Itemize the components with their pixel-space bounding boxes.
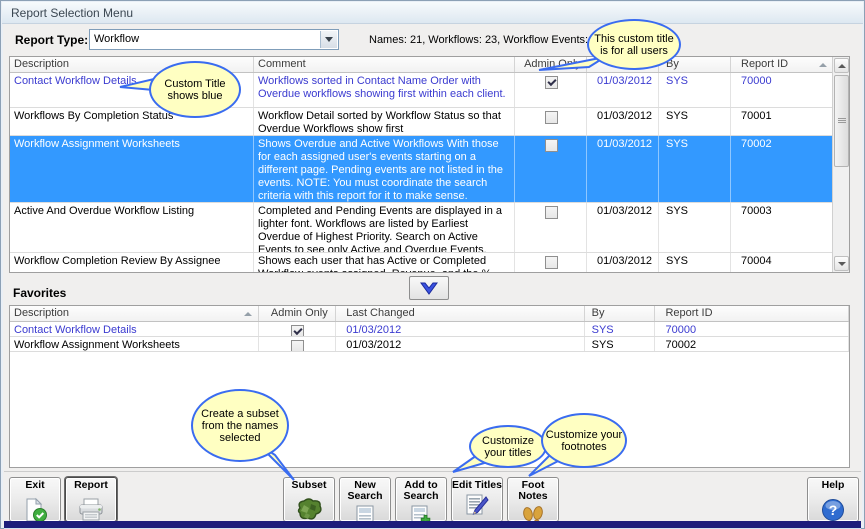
by-cell: SYS — [659, 108, 731, 135]
by-cell: SYS — [659, 136, 731, 202]
subset-button[interactable]: Subset — [283, 477, 335, 522]
admin-only-checkbox[interactable] — [291, 325, 305, 336]
table-row-selected[interactable]: Workflow Assignment Worksheets Shows Ove… — [10, 136, 849, 203]
by-cell: SYS — [659, 203, 731, 252]
by-cell: SYS — [585, 322, 656, 336]
column-header-report-id[interactable]: Report ID — [731, 57, 834, 72]
scroll-up-icon[interactable] — [834, 58, 849, 73]
report-type-value: Workflow — [94, 33, 140, 45]
exit-button[interactable]: Exit — [9, 477, 61, 522]
by-cell: SYS — [659, 253, 731, 272]
comment-cell: Completed and Pending Events are display… — [254, 203, 515, 252]
admin-only-checkbox[interactable] — [291, 340, 305, 351]
admin-only-checkbox[interactable] — [544, 111, 558, 124]
svg-text:?: ? — [829, 502, 838, 518]
edit-titles-button[interactable]: Edit Titles — [451, 477, 503, 522]
scrollbar-thumb[interactable] — [834, 75, 849, 167]
column-header-by[interactable]: By — [585, 306, 656, 321]
last-changed-cell: 01/03/2012 — [587, 203, 659, 252]
comment-cell: Workflows sorted in Contact Name Order w… — [254, 73, 515, 107]
column-header-description[interactable]: Description — [10, 306, 260, 321]
description-cell: Workflow Completion Review By Assignee — [10, 253, 254, 272]
chevron-down-icon[interactable] — [320, 31, 337, 48]
description-cell: Contact Workflow Details — [10, 322, 260, 336]
report-table-header: Description Comment Admin Only By Report… — [10, 57, 849, 73]
window-titlebar[interactable]: Report Selection Menu — [2, 2, 863, 24]
report-id-cell: 70004 — [731, 253, 834, 272]
favorites-table-header: Description Admin Only Last Changed By R… — [10, 306, 849, 322]
vertical-scrollbar[interactable] — [832, 57, 849, 272]
report-type-dropdown[interactable]: Workflow — [89, 29, 339, 50]
table-row[interactable]: Active And Overdue Workflow Listing Comp… — [10, 203, 849, 253]
favorites-heading: Favorites — [13, 286, 67, 300]
last-changed-cell: 01/03/2012 — [587, 73, 659, 107]
exit-icon — [10, 497, 60, 523]
help-button[interactable]: Help ? — [807, 477, 859, 522]
favorites-row[interactable]: Contact Workflow Details 01/03/2012 SYS … — [10, 322, 849, 337]
report-id-cell: 70002 — [655, 337, 849, 351]
last-changed-cell: 01/03/2012 — [336, 322, 585, 336]
admin-only-checkbox[interactable] — [544, 256, 558, 269]
window-title: Report Selection Menu — [11, 6, 134, 20]
foot-notes-button[interactable]: Foot Notes — [507, 477, 559, 526]
favorites-table: Description Admin Only Last Changed By R… — [9, 305, 850, 468]
favorites-row[interactable]: Workflow Assignment Worksheets 01/03/201… — [10, 337, 849, 352]
admin-only-checkbox[interactable] — [544, 76, 558, 89]
scroll-down-icon[interactable] — [834, 256, 849, 271]
subset-icon — [284, 497, 334, 523]
description-cell: Active And Overdue Workflow Listing — [10, 203, 254, 252]
report-id-cell: 70003 — [731, 203, 834, 252]
add-to-search-button[interactable]: Add to Search — [395, 477, 447, 526]
printer-icon — [66, 497, 116, 523]
report-selection-window: Report Selection Menu Report Type: Workf… — [0, 0, 865, 529]
window-bottom-strip — [4, 521, 861, 528]
last-changed-cell: 01/03/2012 — [587, 136, 659, 202]
chevron-down-icon — [420, 282, 438, 295]
report-id-cell: 70002 — [731, 136, 834, 202]
counts-status-text: Names: 21, Workflows: 23, Workflow Event… — [369, 34, 610, 46]
last-changed-cell: 01/03/2012 — [587, 253, 659, 272]
edit-titles-icon — [452, 492, 502, 518]
by-cell: SYS — [585, 337, 656, 351]
help-icon: ? — [808, 497, 858, 523]
report-button[interactable]: Report — [65, 477, 117, 522]
column-header-last-changed[interactable]: Last Changed — [336, 306, 585, 321]
column-header-comment[interactable]: Comment — [254, 57, 515, 72]
description-cell: Workflow Assignment Worksheets — [10, 337, 260, 351]
by-cell: SYS — [659, 73, 731, 107]
last-changed-cell: 01/03/2012 — [587, 108, 659, 135]
column-header-report-id[interactable]: Report ID — [655, 306, 849, 321]
report-id-cell: 70000 — [731, 73, 834, 107]
admin-only-checkbox[interactable] — [544, 206, 558, 219]
table-row[interactable]: Workflows By Completion Status Workflow … — [10, 108, 849, 136]
toolbar-divider — [4, 471, 861, 472]
expand-favorites-button[interactable] — [409, 276, 449, 300]
comment-cell: Shows each user that has Active or Compl… — [254, 253, 515, 272]
column-header-admin-only[interactable]: Admin Only — [259, 306, 337, 321]
new-search-button[interactable]: New Search — [339, 477, 391, 527]
description-cell: Workflow Assignment Worksheets — [10, 136, 254, 202]
comment-cell: Shows Overdue and Active Workflows With … — [254, 136, 515, 202]
report-id-cell: 70000 — [655, 322, 849, 336]
table-row[interactable]: Workflow Completion Review By Assignee S… — [10, 253, 849, 272]
last-changed-cell: 01/03/2012 — [336, 337, 585, 351]
report-type-label: Report Type: — [15, 33, 89, 47]
report-id-cell: 70001 — [731, 108, 834, 135]
comment-cell: Workflow Detail sorted by Workflow Statu… — [254, 108, 515, 135]
admin-only-checkbox[interactable] — [544, 139, 558, 152]
